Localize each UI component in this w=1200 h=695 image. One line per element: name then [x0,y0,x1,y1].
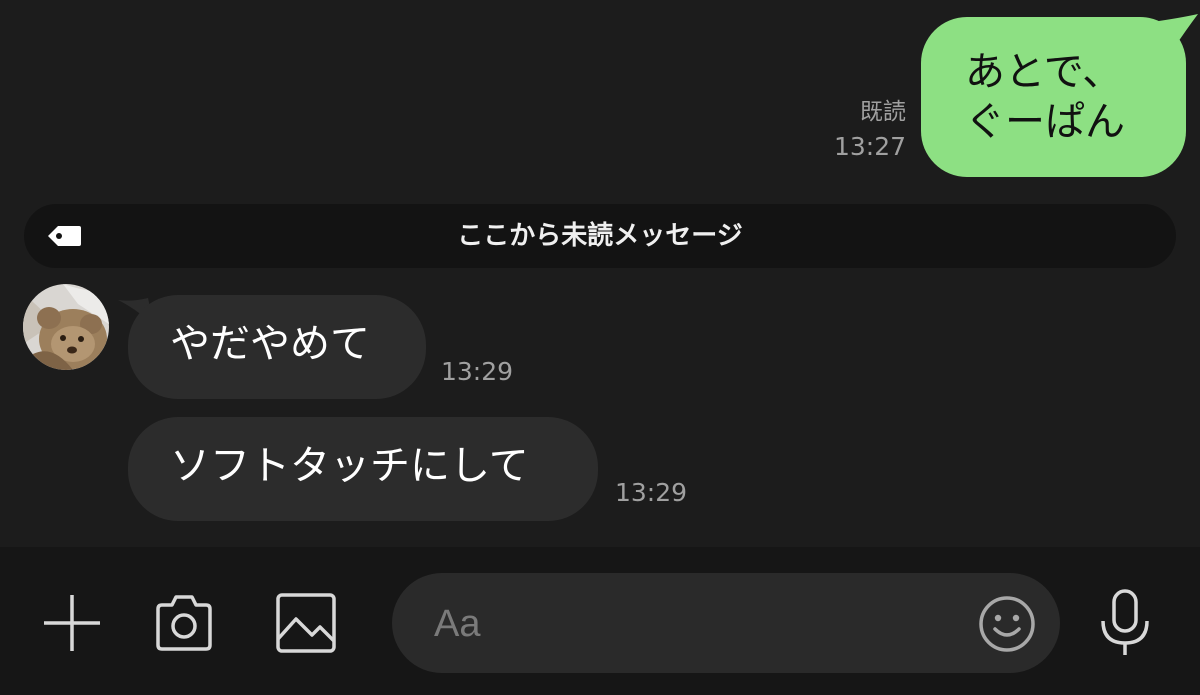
incoming-message-bubble[interactable]: ソフトタッチにして [128,417,598,521]
camera-icon[interactable] [152,591,216,655]
incoming-message-bubble[interactable]: やだやめて [128,295,426,399]
outgoing-message-text: あとで、 ぐーぱん [965,47,1186,147]
mic-icon[interactable] [1093,587,1157,659]
message-field[interactable] [392,573,1060,673]
avatar[interactable] [23,284,109,370]
message-input-bar [0,547,1200,695]
unread-divider: ここから未読メッセージ [24,204,1176,268]
outgoing-message-line: ぐーぱん [965,99,1125,145]
message-timestamp: 13:29 [615,478,688,507]
incoming-message-text: ソフトタッチにして [170,443,529,489]
teddy-bear-avatar-image [23,284,109,370]
incoming-message-text: やだやめて [170,321,370,367]
plus-icon[interactable] [40,591,104,655]
message-timestamp: 13:27 [833,132,906,161]
read-receipt: 既読 [860,99,906,125]
unread-divider-label: ここから未読メッセージ [457,221,743,251]
outgoing-message-bubble[interactable]: あとで、 ぐーぱん [921,17,1186,177]
message-timestamp: 13:29 [441,357,514,386]
emoji-icon[interactable] [978,595,1036,653]
image-icon[interactable] [274,591,338,655]
message-input[interactable] [434,599,954,649]
outgoing-message-line: あとで、 [965,49,1123,95]
chat-screen: あとで、 ぐーぱん 既読 13:27 ここから未読メッセージ やだやめて 13:… [0,0,1200,695]
